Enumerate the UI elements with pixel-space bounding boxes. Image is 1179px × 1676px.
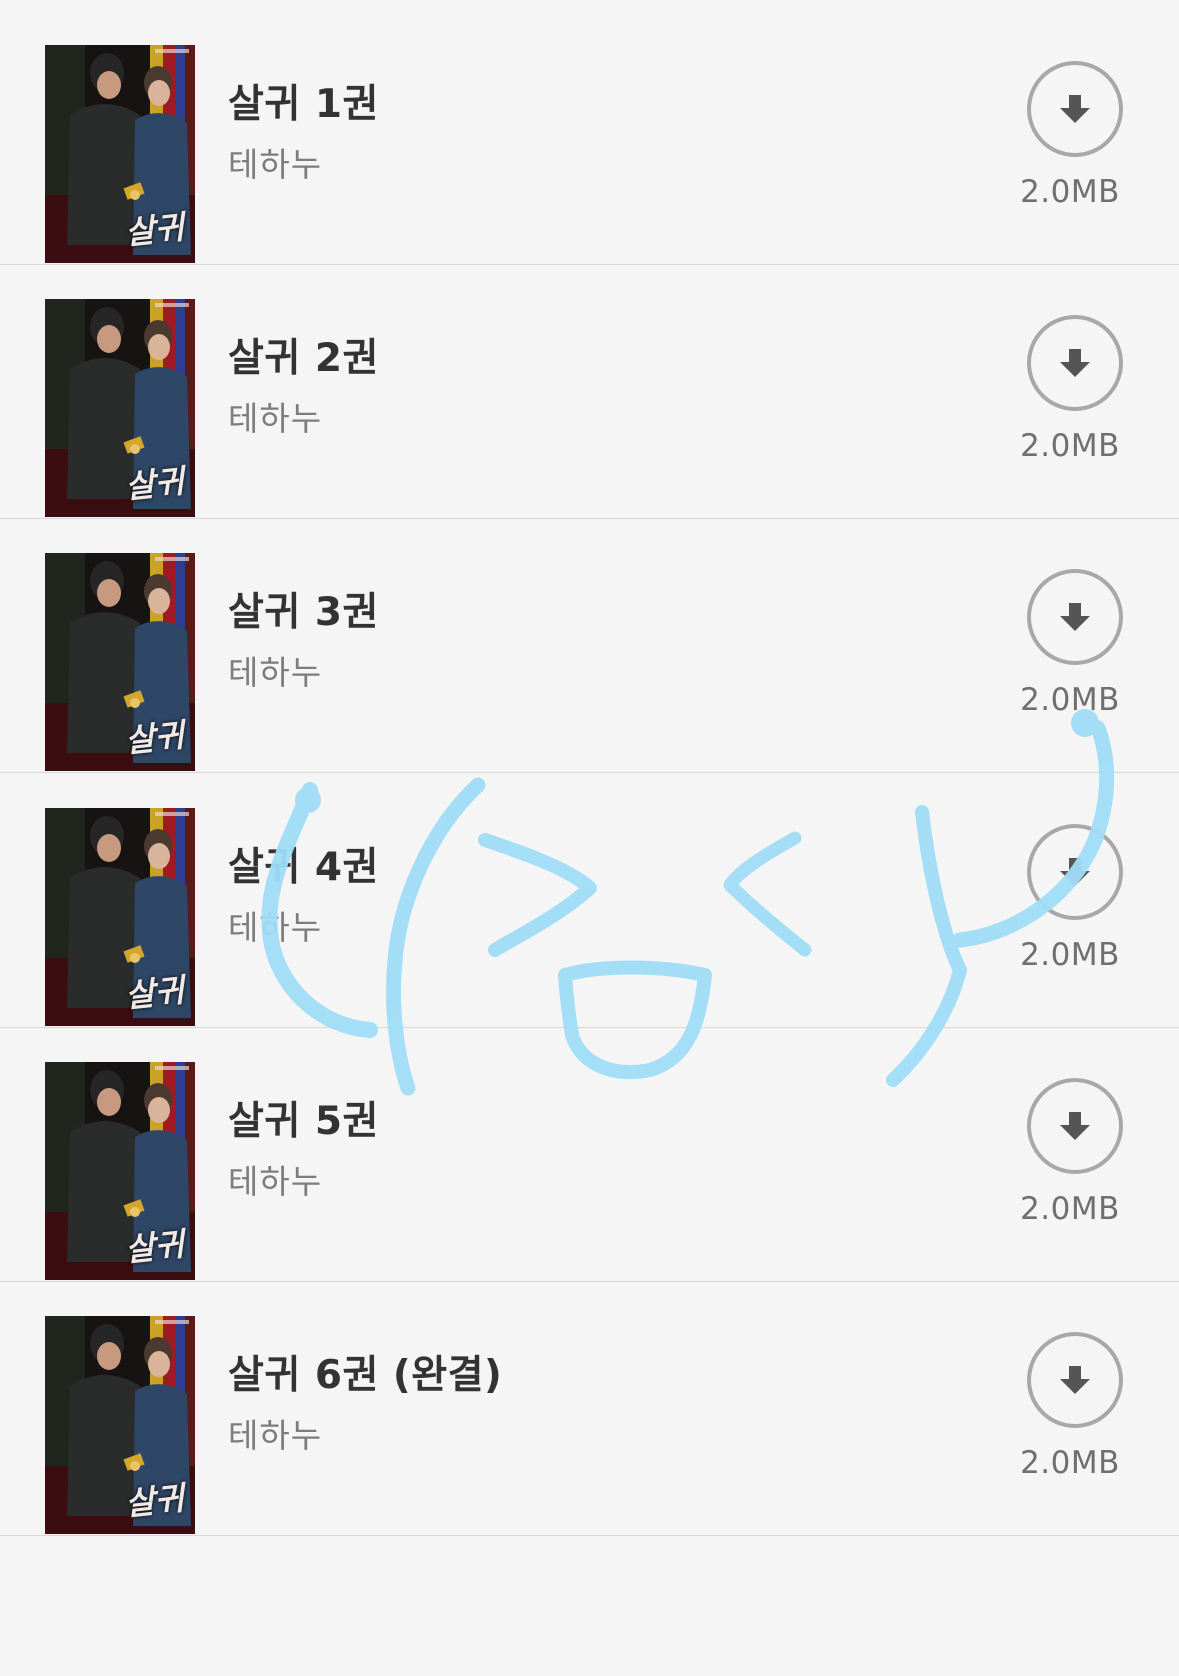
download-button[interactable] bbox=[1027, 1078, 1123, 1174]
book-row[interactable]: 살귀 살귀 2권테하누 2.0MB bbox=[0, 254, 1179, 525]
file-size-label: 2.0MB bbox=[1020, 682, 1120, 718]
book-title: 살귀 2권 bbox=[228, 336, 379, 381]
cover-title-lettering: 살귀 bbox=[123, 1479, 186, 1523]
book-author: 테하누 bbox=[228, 145, 323, 184]
book-title: 살귀 1권 bbox=[228, 82, 379, 127]
book-author: 테하누 bbox=[228, 1162, 323, 1201]
download-button[interactable] bbox=[1027, 824, 1123, 920]
book-row[interactable]: 살귀 살귀 4권테하누 2.0MB bbox=[0, 763, 1179, 1034]
book-row[interactable]: 살귀 살귀 1권테하누 2.0MB bbox=[0, 0, 1179, 271]
book-author: 테하누 bbox=[228, 399, 323, 438]
book-author: 테하누 bbox=[228, 653, 323, 692]
cover-title-lettering: 살귀 bbox=[123, 208, 186, 252]
book-cover-thumbnail[interactable]: 살귀 bbox=[45, 808, 195, 1026]
book-author: 테하누 bbox=[228, 1416, 323, 1455]
cover-title-lettering: 살귀 bbox=[123, 716, 186, 760]
book-row[interactable]: 살귀 살귀 6권 (완결) 테하누 2.0MB bbox=[0, 1271, 1179, 1542]
cover-title-lettering: 살귀 bbox=[123, 971, 186, 1015]
cover-title-lettering: 살귀 bbox=[123, 1225, 186, 1269]
book-cover-thumbnail[interactable]: 살귀 bbox=[45, 1062, 195, 1280]
book-cover-thumbnail[interactable]: 살귀 bbox=[45, 553, 195, 771]
book-cover-thumbnail[interactable]: 살귀 bbox=[45, 45, 195, 263]
download-arrow-icon bbox=[1060, 1112, 1090, 1140]
file-size-label: 2.0MB bbox=[1020, 937, 1120, 973]
download-arrow-icon bbox=[1060, 349, 1090, 377]
download-button[interactable] bbox=[1027, 1332, 1123, 1428]
download-button[interactable] bbox=[1027, 315, 1123, 411]
file-size-label: 2.0MB bbox=[1020, 174, 1120, 210]
download-arrow-icon bbox=[1060, 95, 1090, 123]
book-row[interactable]: 살귀 살귀 3권테하누 2.0MB bbox=[0, 508, 1179, 779]
download-arrow-icon bbox=[1060, 858, 1090, 886]
file-size-label: 2.0MB bbox=[1020, 428, 1120, 464]
download-arrow-icon bbox=[1060, 1366, 1090, 1394]
book-cover-thumbnail[interactable]: 살귀 bbox=[45, 1316, 195, 1534]
file-size-label: 2.0MB bbox=[1020, 1191, 1120, 1227]
book-title: 살귀 5권 bbox=[228, 1099, 379, 1144]
book-title: 살귀 4권 bbox=[228, 845, 379, 890]
row-divider bbox=[0, 1535, 1179, 1536]
book-title: 살귀 3권 bbox=[228, 590, 379, 635]
download-arrow-icon bbox=[1060, 603, 1090, 631]
book-title: 살귀 6권 (완결) bbox=[228, 1353, 503, 1398]
cover-title-lettering: 살귀 bbox=[123, 462, 186, 506]
book-cover-thumbnail[interactable]: 살귀 bbox=[45, 299, 195, 517]
file-size-label: 2.0MB bbox=[1020, 1445, 1120, 1481]
download-button[interactable] bbox=[1027, 61, 1123, 157]
download-button[interactable] bbox=[1027, 569, 1123, 665]
book-author: 테하누 bbox=[228, 908, 323, 947]
book-list: 살귀 살귀 1권 테하누 2.0MB 살귀 살귀 2권 테하누 2.0MB 살귀 살귀 3… bbox=[0, 0, 1179, 1676]
book-row[interactable]: 살귀 살귀 5권테하누 2.0MB bbox=[0, 1017, 1179, 1288]
